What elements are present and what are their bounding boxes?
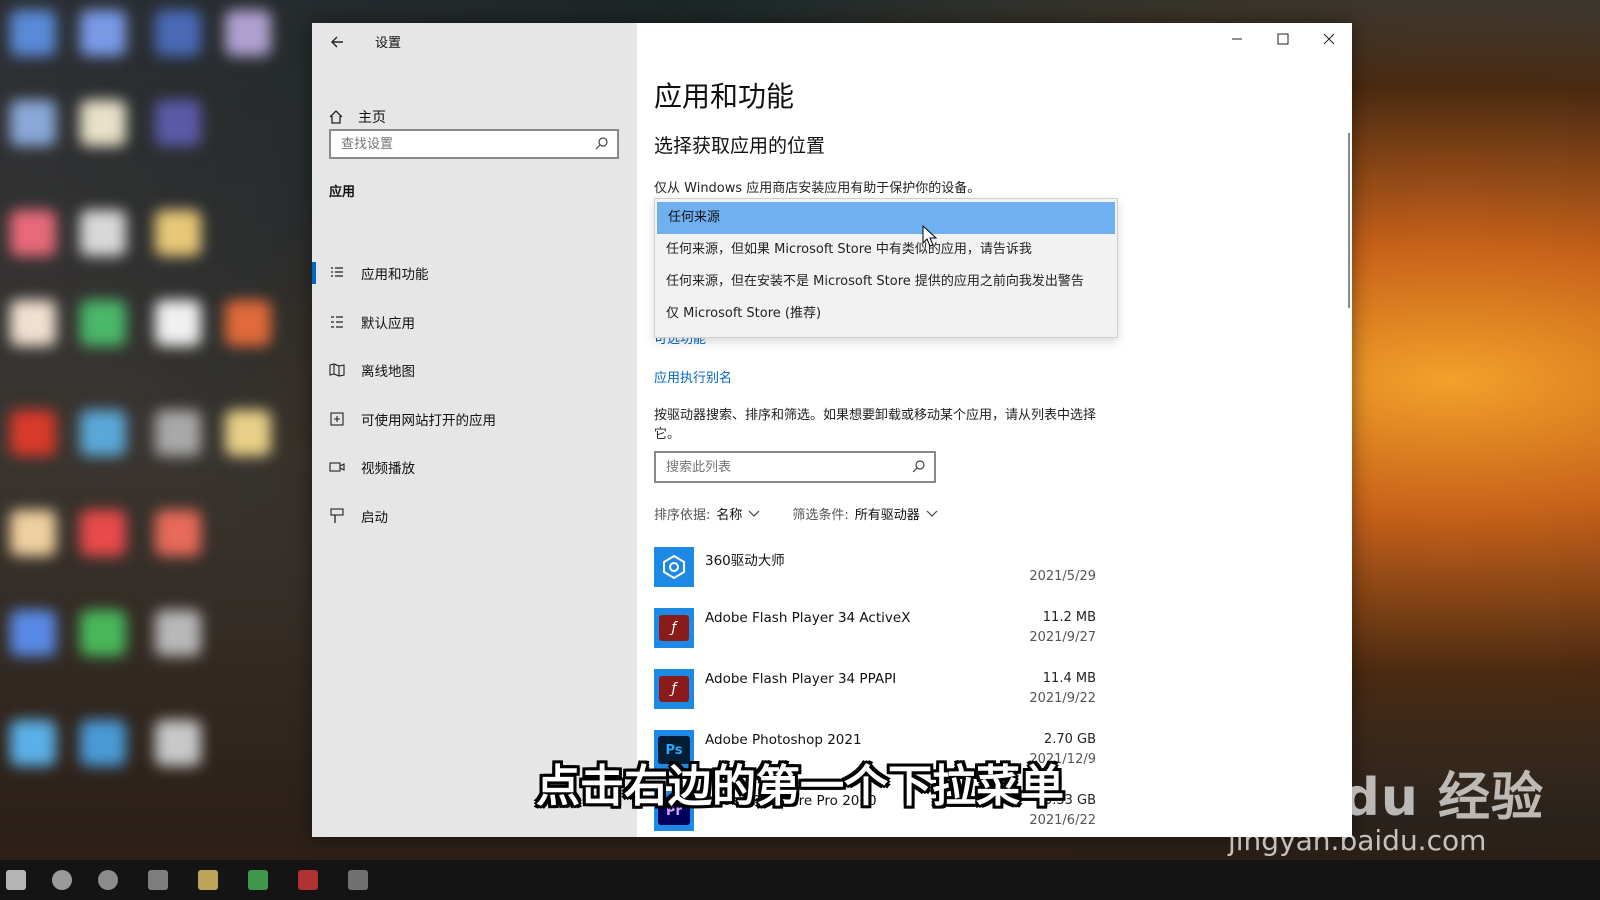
app-date: 2021/6/22 — [1029, 813, 1096, 828]
sidebar-item-label: 默认应用 — [361, 315, 415, 332]
app-size: 11.2 MB — [1042, 610, 1096, 625]
back-arrow-icon — [331, 36, 343, 48]
sidebar-item-label: 视频播放 — [361, 461, 415, 478]
app-name: Adobe Flash Player 34 PPAPI — [705, 671, 897, 687]
sidebar: 设置 主页 应用 应用和功能 默认应用 离线地图 — [312, 23, 637, 837]
startup-icon — [329, 508, 345, 524]
sidebar-item-label: 应用和功能 — [361, 267, 429, 284]
search-icon[interactable] — [52, 870, 72, 890]
sort-dropdown[interactable]: 排序依据: 名称 — [654, 504, 760, 523]
home-label: 主页 — [358, 110, 386, 126]
sidebar-item-apps-for-websites[interactable]: 可使用网站打开的应用 — [312, 395, 637, 444]
home-icon — [329, 110, 343, 124]
main-content: 应用和功能 选择获取应用的位置 仅从 Windows 应用商店安装应用有助于保护… — [637, 23, 1352, 837]
back-button[interactable] — [324, 29, 350, 55]
sidebar-item-default-apps[interactable]: 默认应用 — [312, 298, 637, 347]
app-date: 2021/5/29 — [1029, 569, 1096, 584]
baidu-watermark: Bai du 经验 jingyan.baidu.com — [1228, 755, 1544, 857]
taskbar-app-icon[interactable] — [248, 870, 268, 890]
dropdown-option-anywhere[interactable]: 任何来源 — [657, 202, 1115, 234]
search-icon — [595, 137, 608, 150]
section-heading: 应用 — [329, 185, 356, 200]
watermark-url: jingyan.baidu.com — [1228, 824, 1487, 857]
app-name: 360驱动大师 — [705, 553, 785, 569]
scrollbar[interactable] — [1348, 133, 1350, 308]
settings-window: 设置 主页 应用 应用和功能 默认应用 离线地图 — [312, 23, 1352, 837]
dropdown-option-store-only[interactable]: 仅 Microsoft Store (推荐) — [655, 298, 1117, 330]
sort-value: 名称 — [716, 508, 743, 523]
filter-value: 所有驱动器 — [854, 508, 920, 523]
filter-label: 筛选条件: — [792, 508, 849, 523]
360-driver-icon — [654, 547, 694, 587]
sort-label: 排序依据: — [654, 508, 711, 523]
app-list-item[interactable]: ƒ Adobe Flash Player 34 PPAPI 11.4 MB 20… — [654, 669, 1096, 730]
flash-icon: ƒ — [654, 608, 694, 648]
app-size: 11.4 MB — [1042, 671, 1096, 686]
taskbar-app-icon[interactable] — [298, 870, 318, 890]
sidebar-item-apps-features[interactable]: 应用和功能 — [312, 249, 637, 298]
app-list-item[interactable]: ƒ Adobe Flash Player 34 ActiveX 11.2 MB … — [654, 608, 1096, 669]
app-date: 2021/9/22 — [1029, 691, 1096, 706]
sidebar-item-label: 启动 — [361, 509, 388, 526]
apps-for-websites-icon — [329, 411, 345, 427]
app-list-search-input[interactable] — [656, 453, 916, 481]
settings-search-input[interactable] — [331, 131, 601, 157]
taskbar-app-icon[interactable] — [198, 870, 218, 890]
app-execution-alias-link[interactable]: 应用执行别名 — [654, 367, 732, 386]
dropdown-option-anywhere-warn[interactable]: 任何来源，但在安装不是 Microsoft Store 提供的应用之前向我发出警… — [655, 266, 1117, 298]
app-date: 2021/9/27 — [1029, 630, 1096, 645]
chevron-down-icon — [926, 510, 938, 517]
sidebar-item-video-playback[interactable]: 视频播放 — [312, 443, 637, 492]
settings-search-box[interactable] — [329, 129, 619, 159]
watermark-logo: Bai du 经验 — [1228, 768, 1544, 828]
sidebar-nav: 应用和功能 默认应用 离线地图 可使用网站打开的应用 视频播放 启动 — [312, 249, 637, 540]
desktop-icons — [0, 0, 300, 860]
start-icon[interactable] — [6, 870, 26, 890]
app-list-item[interactable]: 360驱动大师 2021/5/29 — [654, 547, 1096, 608]
taskbar — [0, 860, 1600, 900]
home-link[interactable]: 主页 — [328, 107, 386, 127]
mouse-cursor-icon — [922, 225, 938, 247]
task-view-icon[interactable] — [98, 870, 118, 890]
apps-features-icon — [329, 265, 345, 281]
app-name: Adobe Flash Player 34 ActiveX — [705, 610, 911, 626]
taskbar-app-icon[interactable] — [148, 870, 168, 890]
offline-maps-icon — [329, 362, 345, 378]
list-description: 按驱动器搜索、排序和筛选。如果想要卸载或移动某个应用，请从列表中选择它。 — [654, 408, 1097, 442]
dropdown-option-anywhere-notify[interactable]: 任何来源，但如果 Microsoft Store 中有类似的应用，请告诉我 — [655, 234, 1117, 266]
page-title: 应用和功能 — [654, 80, 795, 113]
window-title: 设置 — [375, 36, 402, 51]
chevron-down-icon — [748, 510, 760, 517]
sidebar-item-startup[interactable]: 启动 — [312, 492, 637, 541]
sort-filter-row: 排序依据: 名称 筛选条件: 所有驱动器 — [654, 504, 938, 523]
taskbar-app-icon[interactable] — [348, 870, 368, 890]
video-playback-icon — [329, 459, 345, 475]
sidebar-item-offline-maps[interactable]: 离线地图 — [312, 346, 637, 395]
section-subtitle: 选择获取应用的位置 — [654, 135, 826, 157]
sidebar-item-label: 可使用网站打开的应用 — [361, 412, 496, 429]
app-name: Adobe Photoshop 2021 — [705, 732, 862, 748]
filter-dropdown[interactable]: 筛选条件: 所有驱动器 — [792, 504, 938, 523]
app-size: 2.70 GB — [1043, 732, 1096, 747]
default-apps-icon — [329, 314, 345, 330]
sidebar-item-label: 离线地图 — [361, 364, 415, 381]
app-source-dropdown-list[interactable]: 任何来源 任何来源，但如果 Microsoft Store 中有类似的应用，请告… — [654, 198, 1118, 338]
flash-icon: ƒ — [654, 669, 694, 709]
search-icon — [912, 460, 925, 473]
app-list-search-box[interactable] — [654, 451, 936, 483]
source-description: 仅从 Windows 应用商店安装应用有助于保护你的设备。 — [654, 181, 981, 196]
